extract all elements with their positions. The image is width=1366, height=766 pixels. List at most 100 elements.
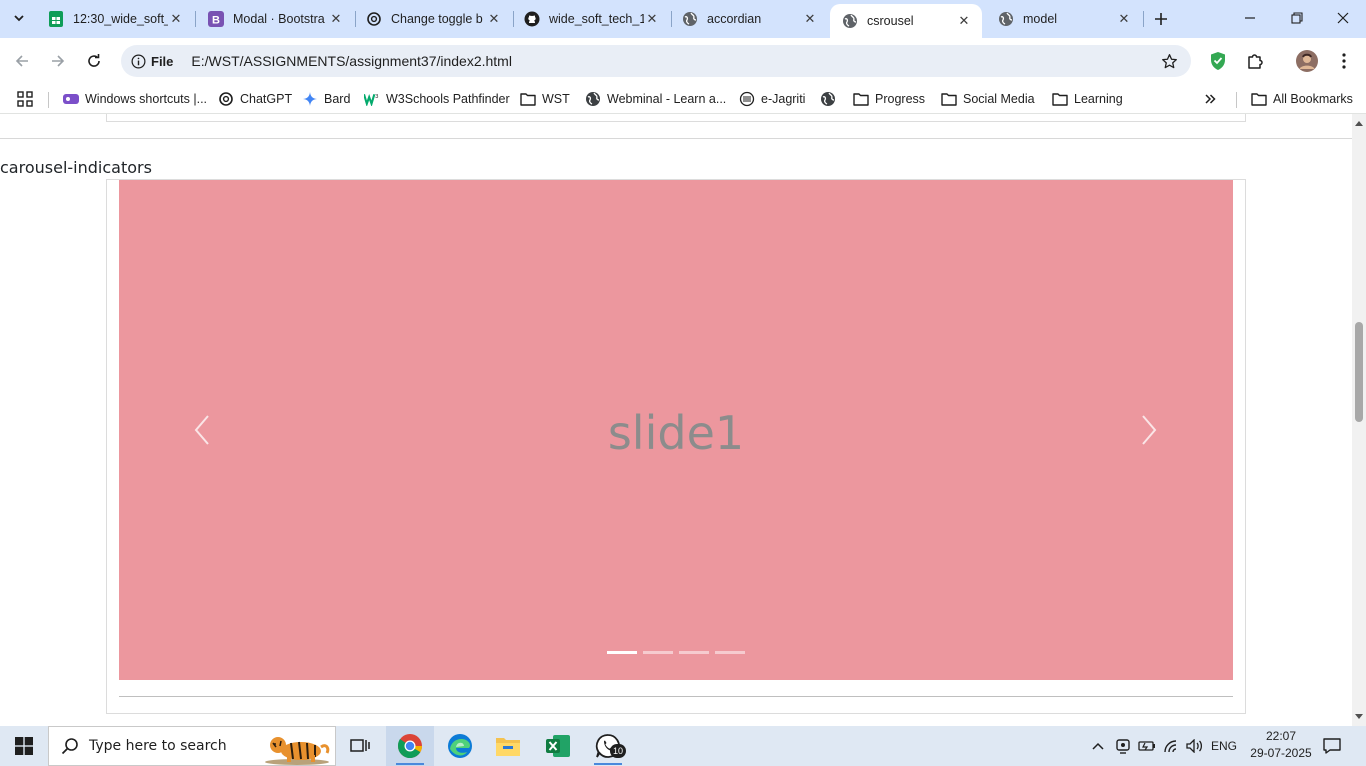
tab-accordian[interactable]: accordian ✕	[670, 0, 828, 38]
folder-icon	[520, 91, 536, 107]
forward-arrow-icon	[52, 55, 65, 67]
tab-separator	[1143, 11, 1144, 27]
close-icon[interactable]: ✕	[802, 11, 818, 27]
apps-grid-icon	[17, 91, 33, 107]
carousel-indicator-1[interactable]	[607, 651, 637, 654]
adblock-extension-button[interactable]	[1207, 50, 1229, 72]
carousel-indicator-2[interactable]	[643, 651, 673, 654]
carousel-prev-button[interactable]	[187, 410, 217, 450]
close-icon[interactable]: ✕	[328, 11, 344, 27]
browser-menu-button[interactable]	[1333, 50, 1355, 72]
start-button[interactable]	[0, 726, 48, 766]
scrollbar-thumb[interactable]	[1355, 322, 1363, 422]
battery-icon	[1138, 741, 1155, 751]
bookmark-label: Webminal - Learn a...	[607, 92, 727, 106]
webcam-icon	[1116, 739, 1130, 754]
bookmark-webminal[interactable]: Webminal - Learn a...	[585, 88, 726, 110]
bookmark-bard[interactable]: Bard	[302, 88, 350, 110]
back-button[interactable]	[10, 49, 34, 73]
carousel-indicator-3[interactable]	[679, 651, 709, 654]
restore-button[interactable]	[1285, 6, 1309, 30]
chevron-right-icon	[1142, 415, 1157, 445]
bookmark-label: Social Media	[963, 92, 1035, 106]
all-bookmarks-label: All Bookmarks	[1273, 92, 1353, 106]
bookmarks-overflow-button[interactable]	[1204, 88, 1216, 110]
taskbar-search-box[interactable]: Type here to search	[48, 726, 336, 766]
tab-csrousel[interactable]: csrousel ✕	[830, 4, 982, 38]
network-indicator[interactable]	[1161, 726, 1183, 766]
url-text[interactable]: E:/WST/ASSIGNMENTS/assignment37/index2.h…	[191, 53, 512, 69]
address-bar[interactable]: File E:/WST/ASSIGNMENTS/assignment37/ind…	[121, 45, 1191, 77]
double-chevron-right-icon	[1205, 94, 1216, 104]
tab-model[interactable]: model ✕	[986, 0, 1142, 38]
close-icon	[1337, 12, 1349, 24]
scroll-down-arrow[interactable]	[1352, 710, 1366, 724]
taskbar-chrome[interactable]	[386, 726, 434, 766]
forward-button[interactable]	[46, 49, 70, 73]
carousel[interactable]: slide1	[119, 180, 1233, 680]
system-clock[interactable]: 22:07 29-07-2025	[1250, 728, 1312, 762]
task-view-icon	[350, 739, 370, 752]
kebab-menu-icon	[1342, 53, 1346, 69]
site-info-chip[interactable]: File	[131, 49, 181, 73]
star-icon	[1161, 53, 1177, 68]
close-icon[interactable]: ✕	[644, 11, 660, 27]
scroll-up-arrow[interactable]	[1352, 116, 1366, 130]
input-language[interactable]: ENG	[1209, 726, 1239, 766]
taskbar-edge[interactable]	[436, 726, 484, 766]
apps-button[interactable]	[17, 88, 33, 110]
bookmark-globe[interactable]	[820, 88, 842, 110]
battery-indicator[interactable]	[1136, 726, 1158, 766]
sheets-icon	[48, 11, 64, 27]
profile-avatar[interactable]	[1296, 50, 1318, 72]
bookmark-chatgpt[interactable]: ChatGPT	[218, 88, 292, 110]
bookmark-folder-wst[interactable]: WST	[520, 88, 570, 110]
new-tab-button[interactable]	[1150, 8, 1172, 30]
bookmark-w3schools[interactable]: 3 W3Schools Pathfinder	[364, 88, 510, 110]
section-heading: carousel-indicators	[0, 158, 152, 177]
chevron-down-icon	[14, 15, 24, 22]
show-hidden-icons-button[interactable]	[1088, 726, 1108, 766]
close-icon[interactable]: ✕	[486, 11, 502, 27]
bookmark-windows-shortcuts[interactable]: Windows shortcuts |...	[63, 88, 207, 110]
bookmark-ejagriti[interactable]: e-Jagriti	[739, 88, 805, 110]
extensions-button[interactable]	[1244, 50, 1266, 72]
minimize-button[interactable]	[1238, 6, 1262, 30]
close-icon[interactable]: ✕	[168, 11, 184, 27]
bookmark-folder-social-media[interactable]: Social Media	[941, 88, 1035, 110]
folder-icon	[941, 91, 957, 107]
bookmark-folder-progress[interactable]: Progress	[853, 88, 925, 110]
edge-icon	[448, 734, 472, 758]
folder-icon	[1052, 91, 1068, 107]
taskbar-whatsapp[interactable]: 10	[584, 726, 632, 766]
task-view-button[interactable]	[336, 726, 384, 766]
globe-icon	[998, 11, 1014, 27]
close-icon[interactable]: ✕	[1116, 11, 1132, 27]
carousel-indicator-4[interactable]	[715, 651, 745, 654]
volume-indicator[interactable]	[1184, 726, 1206, 766]
reload-button[interactable]	[82, 49, 106, 73]
meet-now-button[interactable]	[1112, 726, 1134, 766]
bookmark-label: Learning	[1074, 92, 1123, 106]
close-window-button[interactable]	[1331, 6, 1355, 30]
bookmark-star-button[interactable]	[1159, 51, 1179, 71]
carousel-next-button[interactable]	[1134, 410, 1164, 450]
tab-chatgpt[interactable]: Change toggle b ✕	[354, 0, 512, 38]
tab-title: wide_soft_tech_1	[549, 12, 644, 26]
tab-bootstrap[interactable]: B Modal · Bootstra ✕	[196, 0, 354, 38]
windows-taskbar: Type here to search 10 ENG 22:07 29-07-2…	[0, 726, 1366, 766]
bookmark-folder-learning[interactable]: Learning	[1052, 88, 1123, 110]
carousel-indicators	[119, 651, 1233, 654]
taskbar-file-explorer[interactable]	[484, 726, 532, 766]
taskbar-excel[interactable]	[534, 726, 582, 766]
chevron-left-icon	[194, 415, 209, 445]
tab-search-button[interactable]	[8, 8, 30, 28]
action-center-button[interactable]	[1320, 734, 1344, 758]
clock-time: 22:07	[1265, 729, 1297, 743]
folder-icon	[853, 91, 869, 107]
close-icon[interactable]: ✕	[956, 13, 972, 29]
page-scrollbar[interactable]	[1352, 114, 1366, 726]
all-bookmarks-button[interactable]: All Bookmarks	[1251, 88, 1353, 110]
tab-github[interactable]: wide_soft_tech_1 ✕	[512, 0, 670, 38]
tab-sheets[interactable]: 12:30_wide_soft_ ✕	[36, 0, 194, 38]
